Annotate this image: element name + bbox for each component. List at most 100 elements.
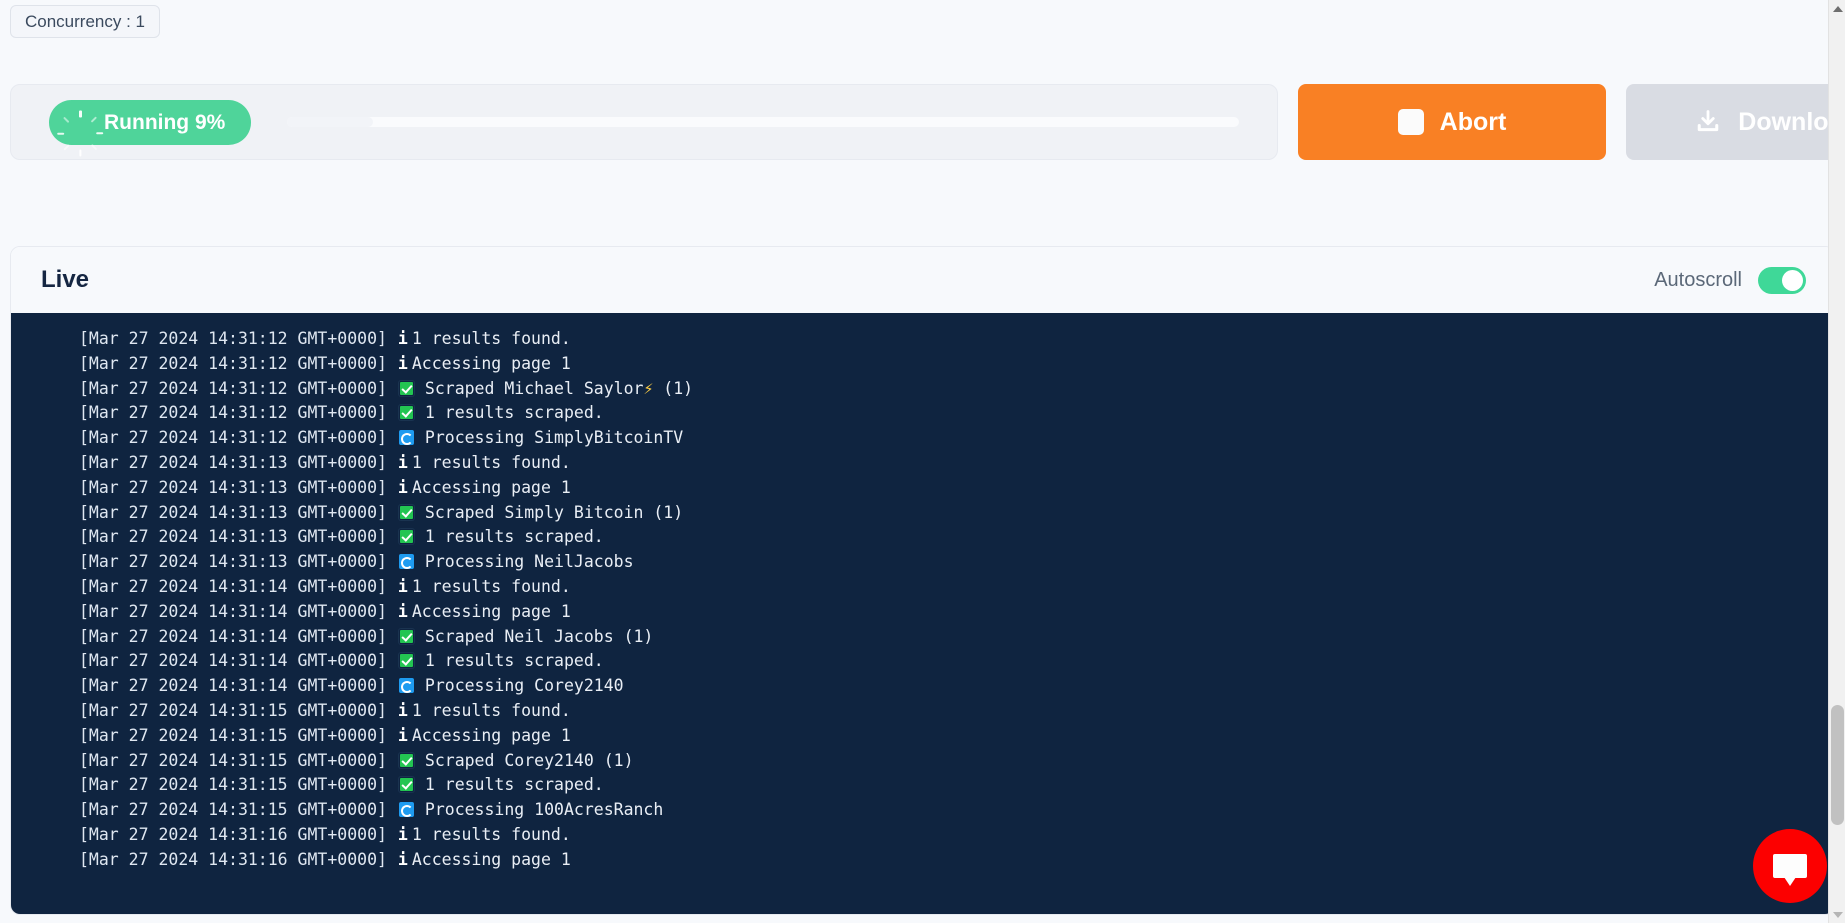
log-timestamp: [Mar 27 2024 14:31:16 GMT+0000] xyxy=(79,823,397,848)
log-timestamp: [Mar 27 2024 14:31:12 GMT+0000] xyxy=(79,401,397,426)
log-message: 1 results found. xyxy=(412,823,571,848)
log-line: [Mar 27 2024 14:31:13 GMT+0000] Scraped … xyxy=(11,501,1834,526)
log-timestamp: [Mar 27 2024 14:31:15 GMT+0000] xyxy=(79,798,397,823)
log-line: [Mar 27 2024 14:31:16 GMT+0000] i1 resul… xyxy=(11,823,1834,848)
log-message: Accessing page 1 xyxy=(412,352,571,377)
log-line: [Mar 27 2024 14:31:15 GMT+0000] i1 resul… xyxy=(11,699,1834,724)
processing-icon xyxy=(399,430,414,445)
log-timestamp: [Mar 27 2024 14:31:15 GMT+0000] xyxy=(79,724,397,749)
log-timestamp: [Mar 27 2024 14:31:14 GMT+0000] xyxy=(79,649,397,674)
log-line: [Mar 27 2024 14:31:13 GMT+0000] Processi… xyxy=(11,550,1834,575)
log-timestamp: [Mar 27 2024 14:31:14 GMT+0000] xyxy=(79,600,397,625)
info-icon: i xyxy=(397,699,412,724)
log-line: [Mar 27 2024 14:31:12 GMT+0000] iAccessi… xyxy=(11,352,1834,377)
check-icon xyxy=(399,381,414,396)
download-button[interactable]: Download xyxy=(1626,84,1845,160)
log-message: 1 results scraped. xyxy=(425,773,604,798)
log-message: 1 results scraped. xyxy=(425,649,604,674)
log-message: Accessing page 1 xyxy=(412,848,571,873)
log-message: 1 results scraped. xyxy=(425,525,604,550)
check-icon xyxy=(399,753,414,768)
log-message: Accessing page 1 xyxy=(412,476,571,501)
log-timestamp: [Mar 27 2024 14:31:14 GMT+0000] xyxy=(79,575,397,600)
log-message: Processing Corey2140 xyxy=(425,674,624,699)
log-line: [Mar 27 2024 14:31:14 GMT+0000] Scraped … xyxy=(11,625,1834,650)
scroll-up-arrow-icon[interactable] xyxy=(1829,0,1845,17)
check-icon xyxy=(399,529,414,544)
log-message: Processing SimplyBitcoinTV xyxy=(425,426,683,451)
log-line: [Mar 27 2024 14:31:13 GMT+0000] iAccessi… xyxy=(11,476,1834,501)
log-message: Accessing page 1 xyxy=(412,724,571,749)
info-icon: i xyxy=(397,724,412,749)
log-timestamp: [Mar 27 2024 14:31:13 GMT+0000] xyxy=(79,501,397,526)
log-timestamp: [Mar 27 2024 14:31:16 GMT+0000] xyxy=(79,848,397,873)
processing-icon xyxy=(399,554,414,569)
log-line: [Mar 27 2024 14:31:15 GMT+0000] Processi… xyxy=(11,798,1834,823)
log-message: 1 results found. xyxy=(412,451,571,476)
scroll-down-arrow-icon[interactable] xyxy=(1829,906,1845,923)
log-message: Scraped Corey2140 (1) xyxy=(425,749,634,774)
abort-button-label: Abort xyxy=(1440,108,1507,137)
log-message: Accessing page 1 xyxy=(412,600,571,625)
log-timestamp: [Mar 27 2024 14:31:15 GMT+0000] xyxy=(79,773,397,798)
abort-button[interactable]: Abort xyxy=(1298,84,1606,160)
log-line: [Mar 27 2024 14:31:12 GMT+0000] Scraped … xyxy=(11,377,1834,402)
log-line: [Mar 27 2024 14:31:15 GMT+0000] 1 result… xyxy=(11,773,1834,798)
check-icon xyxy=(399,629,414,644)
log-line: [Mar 27 2024 14:31:16 GMT+0000] iAccessi… xyxy=(11,848,1834,873)
log-message: 1 results scraped. xyxy=(425,401,604,426)
log-message: 1 results found. xyxy=(412,575,571,600)
chat-bubble-icon xyxy=(1773,854,1807,878)
info-icon: i xyxy=(397,352,412,377)
progress-bar-fill xyxy=(287,117,373,127)
log-message: Processing 100AcresRanch xyxy=(425,798,663,823)
autoscroll-control[interactable]: Autoscroll xyxy=(1654,267,1806,294)
check-icon xyxy=(399,505,414,520)
info-icon: i xyxy=(397,600,412,625)
log-timestamp: [Mar 27 2024 14:31:13 GMT+0000] xyxy=(79,525,397,550)
bolt-icon: ⚡ xyxy=(643,379,653,398)
info-icon: i xyxy=(397,327,412,352)
page-title: Live xyxy=(41,266,89,294)
scrollbar-thumb[interactable] xyxy=(1831,705,1844,825)
info-icon: i xyxy=(397,848,412,873)
live-log-card: Live Autoscroll [Mar 27 2024 14:31:12 GM… xyxy=(10,246,1835,915)
log-message: 1 results found. xyxy=(412,699,571,724)
concurrency-chip[interactable]: Concurrency : 1 xyxy=(10,5,160,38)
log-line: [Mar 27 2024 14:31:15 GMT+0000] iAccessi… xyxy=(11,724,1834,749)
log-timestamp: [Mar 27 2024 14:31:13 GMT+0000] xyxy=(79,451,397,476)
autoscroll-toggle[interactable] xyxy=(1758,267,1806,294)
log-line: [Mar 27 2024 14:31:14 GMT+0000] i1 resul… xyxy=(11,575,1834,600)
concurrency-bar: Concurrency : 1 xyxy=(10,4,160,38)
log-line: [Mar 27 2024 14:31:14 GMT+0000] Processi… xyxy=(11,674,1834,699)
log-timestamp: [Mar 27 2024 14:31:14 GMT+0000] xyxy=(79,625,397,650)
log-line: [Mar 27 2024 14:31:12 GMT+0000] Processi… xyxy=(11,426,1834,451)
log-timestamp: [Mar 27 2024 14:31:13 GMT+0000] xyxy=(79,476,397,501)
autoscroll-label: Autoscroll xyxy=(1654,269,1742,292)
log-timestamp: [Mar 27 2024 14:31:14 GMT+0000] xyxy=(79,674,397,699)
processing-icon xyxy=(399,802,414,817)
log-timestamp: [Mar 27 2024 14:31:12 GMT+0000] xyxy=(79,327,397,352)
log-timestamp: [Mar 27 2024 14:31:15 GMT+0000] xyxy=(79,749,397,774)
page-scrollbar[interactable] xyxy=(1828,0,1845,923)
log-message: 1 results found. xyxy=(412,327,571,352)
chat-widget-button[interactable] xyxy=(1753,829,1827,903)
log-line: [Mar 27 2024 14:31:13 GMT+0000] i1 resul… xyxy=(11,451,1834,476)
info-icon: i xyxy=(397,823,412,848)
processing-icon xyxy=(399,678,414,693)
log-timestamp: [Mar 27 2024 14:31:15 GMT+0000] xyxy=(79,699,397,724)
info-icon: i xyxy=(397,575,412,600)
log-timestamp: [Mar 27 2024 14:31:12 GMT+0000] xyxy=(79,352,397,377)
log-line: [Mar 27 2024 14:31:14 GMT+0000] iAccessi… xyxy=(11,600,1834,625)
check-icon xyxy=(399,653,414,668)
spinner-icon xyxy=(69,111,92,134)
log-line: [Mar 27 2024 14:31:13 GMT+0000] 1 result… xyxy=(11,525,1834,550)
log-timestamp: [Mar 27 2024 14:31:12 GMT+0000] xyxy=(79,426,397,451)
log-message: Scraped Simply Bitcoin (1) xyxy=(425,501,683,526)
status-panel: Running 9% xyxy=(10,84,1278,160)
log-timestamp: [Mar 27 2024 14:31:12 GMT+0000] xyxy=(79,377,397,402)
status-badge: Running 9% xyxy=(49,100,251,145)
live-log-terminal[interactable]: [Mar 27 2024 14:31:12 GMT+0000] i1 resul… xyxy=(11,313,1834,914)
log-message: Scraped Michael Saylor⚡ (1) xyxy=(425,377,693,402)
status-label: Running 9% xyxy=(104,112,225,133)
